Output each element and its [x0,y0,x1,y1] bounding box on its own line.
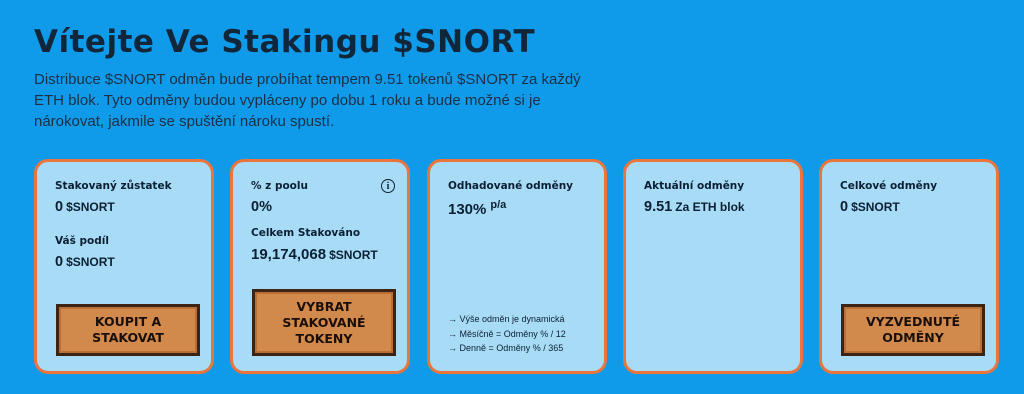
total-rewards-value: 0 $SNORT [840,199,996,215]
share-value: 0 $SNORT [55,254,211,270]
reward-note: → Měsíčně = Odměny % / 12 [448,328,566,339]
current-rewards-label: Aktuální odměny [644,180,745,192]
estimated-rewards-suffix: p/a [490,199,507,211]
total-staked-value: 19,174,068 $SNORT [251,246,407,263]
reward-note: → Výše odměn je dynamická [448,314,565,324]
current-rewards-unit: Za ETH blok [675,200,745,214]
info-icon[interactable]: i [381,179,395,193]
total-staked-amount: 19,174,068 [251,246,327,263]
current-rewards-amount: 9.51 [644,199,673,215]
staked-balance-amount: 0 [55,199,64,215]
estimated-rewards-value: 130% p/a [448,199,604,218]
reward-notes: → Výše odměn je dynamická → Měsíčně = Od… [448,312,566,356]
withdraw-staked-button[interactable]: VYBRAT STAKOVANÉ TOKENY [252,289,396,356]
pool-percent-value: 0% [251,199,272,215]
staked-balance-label: Stakovaný zůstatek [55,180,172,192]
estimated-rewards-amount: 130% [448,201,487,218]
current-rewards-card: Aktuální odměny 9.51 Za ETH blok [623,159,803,374]
buy-and-stake-button[interactable]: KOUPIT A STAKOVAT [56,304,200,356]
staked-balance-value: 0 $SNORT [55,199,211,215]
page-title: Vítejte Ve Stakingu $SNORT [34,24,536,60]
reward-note: → Denně = Odměny % / 365 [448,343,564,353]
estimated-rewards-label: Odhadované odměny [448,180,574,192]
page-description: Distribuce $SNORT odměn bude probíhat te… [34,71,581,130]
staked-balance-unit: $SNORT [66,200,115,214]
total-rewards-amount: 0 [840,199,849,215]
total-staked-label: Celkem Stakováno [251,227,361,239]
current-rewards-value: 9.51 Za ETH blok [644,199,800,215]
estimated-rewards-card: Odhadované odměny 130% p/a → Výše odměn j… [427,159,607,374]
share-amount: 0 [55,254,64,270]
total-rewards-label: Celkové odměny [840,180,938,192]
share-unit: $SNORT [66,255,115,269]
share-label: Váš podíl [55,235,109,247]
claim-rewards-button[interactable]: VYZVEDNUTÉ ODMĚNY [841,304,985,356]
total-staked-unit: $SNORT [329,248,378,262]
balance-card: Stakovaný zůstatek 0 $SNORT Váš podíl 0 $S… [34,159,214,374]
total-rewards-unit: $SNORT [851,200,900,214]
total-rewards-card: Celkové odměny 0 $SNORT VYZVEDNUTÉ ODMĚNY [819,159,999,374]
pool-card: i % z poolu 0% Celkem Stakováno 19,174,0… [230,159,410,374]
